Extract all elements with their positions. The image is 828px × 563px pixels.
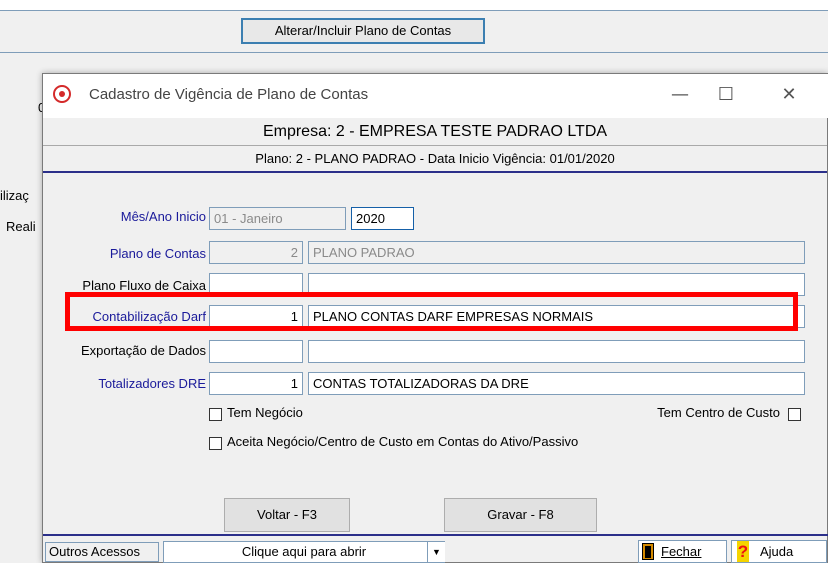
exportacao-name-field[interactable]	[308, 340, 805, 363]
tem-centro-custo-checkbox[interactable]	[788, 408, 801, 421]
background-fragment-label: ilizaç	[0, 188, 29, 203]
fechar-label: Fechar	[661, 544, 702, 559]
chevron-down-icon[interactable]: ▼	[427, 542, 445, 562]
mes-ano-month-field[interactable]: 01 - Janeiro	[209, 207, 346, 230]
totalizadores-label: Totalizadores DRE	[98, 376, 206, 391]
tem-centro-custo-label: Tem Centro de Custo	[657, 405, 780, 420]
alterar-incluir-plano-button[interactable]: Alterar/Incluir Plano de Contas	[241, 18, 485, 44]
highlight-box	[65, 292, 798, 331]
outros-acessos-label: Outros Acessos	[45, 542, 159, 562]
close-icon[interactable]: ✕	[772, 80, 806, 110]
background-top-bar	[0, 0, 828, 11]
plano-contas-code-field[interactable]: 2	[209, 241, 303, 264]
outros-acessos-combo[interactable]: Clique aqui para abrir	[163, 541, 445, 563]
app-icon	[53, 85, 71, 103]
exportacao-label: Exportação de Dados	[80, 343, 206, 358]
voltar-button[interactable]: Voltar - F3	[224, 498, 350, 532]
dialog-title: Cadastro de Vigência de Plano de Contas	[89, 86, 369, 103]
totalizadores-code-field[interactable]: 1	[209, 372, 303, 395]
mes-ano-year-field[interactable]: 2020	[351, 207, 414, 230]
aceita-negocio-label: Aceita Negócio/Centro de Custo em Contas…	[227, 434, 579, 449]
minimize-icon[interactable]: —	[663, 80, 697, 110]
background-fragment-label: Reali	[6, 219, 36, 234]
help-icon: ?	[737, 541, 749, 562]
empresa-header: Empresa: 2 - EMPRESA TESTE PADRAO LTDA	[43, 118, 827, 146]
plano-contas-label: Plano de Contas	[109, 246, 206, 261]
footer-separator	[43, 534, 828, 536]
door-icon-inner	[645, 546, 651, 558]
ajuda-button[interactable]: ? Ajuda	[731, 540, 827, 563]
tem-negocio-checkbox[interactable]	[209, 408, 222, 421]
mes-ano-label: Mês/Ano Inicio	[120, 209, 206, 224]
background-separator	[0, 52, 828, 53]
maximize-icon[interactable]: ☐	[709, 80, 743, 110]
dialog-titlebar[interactable]: Cadastro de Vigência de Plano de Contas …	[43, 74, 828, 118]
outros-acessos-combo-value: Clique aqui para abrir	[241, 544, 367, 559]
totalizadores-name-field[interactable]: CONTAS TOTALIZADORAS DA DRE	[308, 372, 805, 395]
gravar-button[interactable]: Gravar - F8	[444, 498, 597, 532]
ajuda-label: Ajuda	[760, 544, 794, 559]
exportacao-code-field[interactable]	[209, 340, 303, 363]
aceita-negocio-checkbox[interactable]	[209, 437, 222, 450]
plano-info-header: Plano: 2 - PLANO PADRAO - Data Inicio Vi…	[43, 146, 827, 173]
plano-contas-name-field[interactable]: PLANO PADRAO	[308, 241, 805, 264]
fechar-button[interactable]: Fechar	[638, 540, 727, 563]
fluxo-caixa-label: Plano Fluxo de Caixa	[82, 278, 206, 293]
tem-negocio-label: Tem Negócio	[227, 405, 303, 420]
